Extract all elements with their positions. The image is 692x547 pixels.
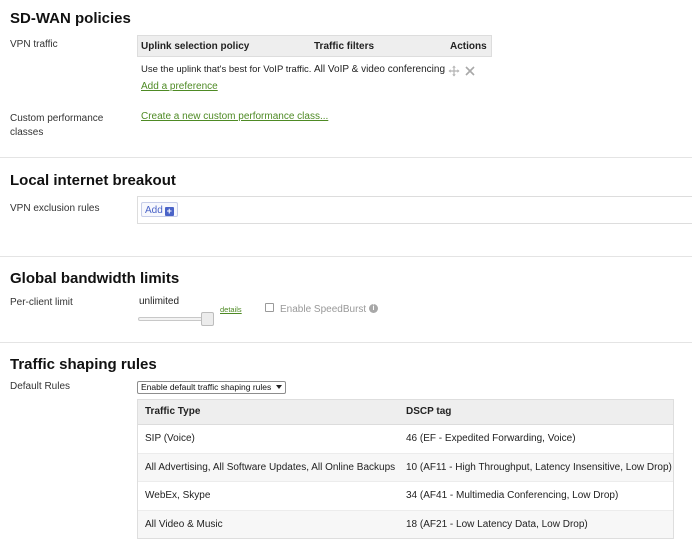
per-client-limit-label: Per-client limit <box>10 297 73 308</box>
speedburst-checkbox[interactable] <box>265 303 274 312</box>
col-uplink-policy: Uplink selection policy <box>141 41 250 52</box>
col-traffic-filters: Traffic filters <box>314 41 375 52</box>
bandwidth-slider-track[interactable] <box>138 317 210 321</box>
close-icon[interactable] <box>465 66 475 76</box>
section-divider <box>0 342 692 343</box>
traffic-shaping-table: Traffic Type DSCP tag SIP (Voice) 46 (EF… <box>137 399 674 539</box>
policy-text: Use the uplink that's best for VoIP traf… <box>141 64 312 75</box>
create-performance-class-link[interactable]: Create a new custom performance class... <box>141 111 328 122</box>
default-rules-selected: Enable default traffic shaping rules <box>141 382 272 392</box>
table-row[interactable]: WebEx, Skype 34 (AF41 - Multimedia Confe… <box>138 482 673 511</box>
add-button-label: Add <box>145 205 163 216</box>
details-link[interactable]: details <box>220 305 242 314</box>
dscp-tag-cell: 10 (AF11 - High Throughput, Latency Inse… <box>406 461 672 473</box>
default-rules-select[interactable]: Enable default traffic shaping rules <box>137 381 286 394</box>
limit-value: unlimited <box>139 296 180 307</box>
vpn-exclusion-box <box>137 196 692 224</box>
default-rules-label: Default Rules <box>10 381 71 392</box>
shaping-section-title: Traffic shaping rules <box>10 356 157 373</box>
bandwidth-section-title: Global bandwidth limits <box>10 270 180 287</box>
breakout-section-title: Local internet breakout <box>10 172 176 189</box>
bandwidth-slider-handle[interactable] <box>201 312 214 326</box>
chevron-down-icon <box>276 385 282 389</box>
table-header-row: Traffic Type DSCP tag <box>138 400 673 425</box>
table-row[interactable]: All Advertising, All Software Updates, A… <box>138 453 673 482</box>
dscp-tag-cell: 46 (EF - Expedited Forwarding, Voice) <box>406 433 576 444</box>
custom-performance-label: Custom performance classes <box>10 113 104 138</box>
traffic-type-cell: All Advertising, All Software Updates, A… <box>145 461 396 473</box>
filter-text: All VoIP & video conferencing <box>314 64 446 75</box>
dscp-tag-cell: 34 (AF41 - Multimedia Conferencing, Low … <box>406 490 619 501</box>
table-row[interactable]: All Video & Music 18 (AF21 - Low Latency… <box>138 510 673 538</box>
info-icon[interactable]: i <box>369 304 378 313</box>
vpn-exclusion-label: VPN exclusion rules <box>10 203 100 214</box>
col-traffic-type: Traffic Type <box>145 406 201 417</box>
col-actions: Actions <box>450 41 487 52</box>
dscp-tag-cell: 18 (AF21 - Low Latency Data, Low Drop) <box>406 518 588 530</box>
traffic-type-cell: WebEx, Skype <box>145 490 211 501</box>
sdwan-section-title: SD-WAN policies <box>10 10 131 27</box>
traffic-type-cell: SIP (Voice) <box>145 433 195 444</box>
table-row[interactable]: SIP (Voice) 46 (EF - Expedited Forwardin… <box>138 425 673 454</box>
plus-icon: + <box>164 206 174 216</box>
col-dscp-tag: DSCP tag <box>406 406 452 417</box>
speedburst-label: Enable SpeedBurst <box>280 304 367 315</box>
vpn-traffic-label: VPN traffic <box>10 39 58 50</box>
add-exclusion-button[interactable]: Add + <box>141 202 178 217</box>
section-divider <box>0 157 692 158</box>
section-divider <box>0 256 692 257</box>
move-icon[interactable] <box>448 65 460 77</box>
add-preference-link[interactable]: Add a preference <box>141 81 218 92</box>
traffic-type-cell: All Video & Music <box>145 518 223 530</box>
